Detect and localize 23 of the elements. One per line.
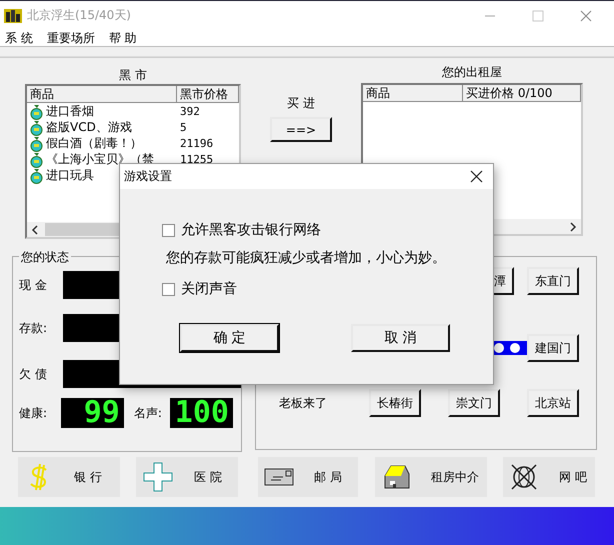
item-price: 5 xyxy=(180,121,187,134)
field-label: 欠 债 xyxy=(18,366,48,382)
boss-label: 老板来了 xyxy=(279,394,327,412)
section-title: 黑 市 xyxy=(118,67,148,84)
window-title: 北京浮生(15/40天) xyxy=(27,7,131,24)
item-name: 假白酒（剧毒！） xyxy=(46,136,142,150)
section-title: 您的出租屋 xyxy=(441,64,503,81)
group-title: 您的状态 xyxy=(19,249,71,266)
dialog-title: 游戏设置 xyxy=(124,168,172,185)
field-label: 健康: xyxy=(18,404,48,422)
warning-text: 您的存款可能疯狂减少或者增加，小心为妙。 xyxy=(166,249,447,268)
buy-label: 买 进 xyxy=(287,95,315,112)
lcd-display: 99 xyxy=(60,398,124,428)
item-name: 进口玩具 xyxy=(46,168,94,182)
item-name: 盗版VCD、游戏 xyxy=(46,120,132,134)
item-price: 392 xyxy=(180,105,200,118)
item-price: 21196 xyxy=(180,137,214,150)
item-price: 11255 xyxy=(180,153,214,166)
field-label: 名声: xyxy=(132,404,163,422)
field-label: 现 金 xyxy=(18,276,48,294)
field-label: 存款: xyxy=(18,320,48,336)
lcd-display: 100 xyxy=(170,398,233,428)
item-name: 进口香烟 xyxy=(46,104,94,118)
